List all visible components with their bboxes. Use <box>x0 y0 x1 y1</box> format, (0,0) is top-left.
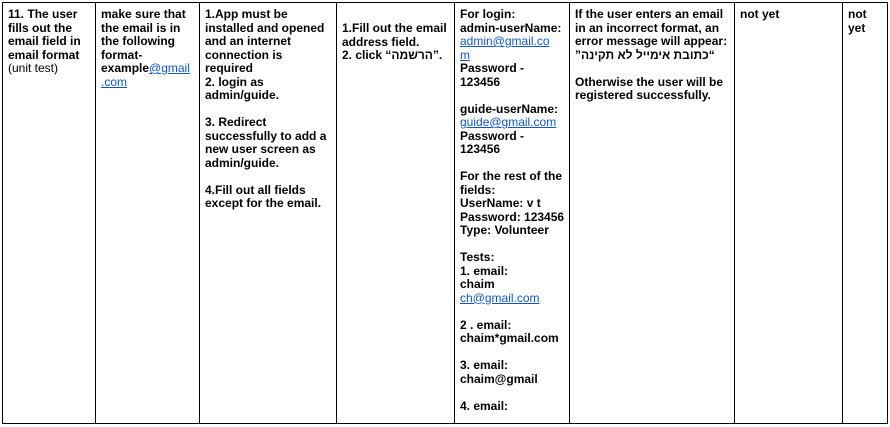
step-prefix: 2. click “ <box>342 48 392 62</box>
type-value: Type: Volunteer <box>460 223 549 237</box>
precondition-line: successfully to add a <box>205 128 327 143</box>
precondition-line: and an internet <box>205 34 292 48</box>
test-data-cell: For login: admin-userName: admin@gmail.c… <box>454 2 570 424</box>
expected-line: in an incorrect format, an <box>575 20 720 35</box>
requirement-cell: make sure that the email is in the follo… <box>95 2 200 424</box>
admin-email-link[interactable]: m <box>460 48 470 62</box>
admin-password: 123456 <box>460 74 501 89</box>
admin-password-label: Password - <box>460 61 525 75</box>
guide-password-label: Password - <box>460 128 525 143</box>
test-title-line: The user <box>27 7 78 21</box>
status-line: yet <box>848 20 866 35</box>
status-cell: not yet <box>842 2 888 424</box>
actual-result-cell: not yet <box>734 2 843 424</box>
test-email-label: 4. email: <box>460 398 509 413</box>
admin-username-label: admin-userName: <box>460 20 562 35</box>
rest-fields-title: For the rest of the <box>460 169 563 183</box>
precondition-line: 2. login as <box>205 74 264 89</box>
requirement-line: the following <box>101 34 175 48</box>
register-button-label: הרשמה <box>391 48 433 62</box>
guide-email-link[interactable]: guide@gmail.com <box>460 115 556 129</box>
password-value: Password: 123456 <box>460 209 565 224</box>
table-row: 11. The user fills out the email field i… <box>2 2 888 424</box>
precondition-line: required <box>205 61 254 75</box>
precondition-line: installed and opened <box>205 20 325 35</box>
test-type-note: (unit test) <box>8 61 59 75</box>
error-message-hebrew: ”כתובת אימייל לא תקינה“ <box>575 47 715 62</box>
test-title-line: fills out the <box>8 20 72 35</box>
example-email-link[interactable]: @gmail <box>149 61 190 75</box>
test-title-line: email format <box>8 47 80 62</box>
precondition-line: admin/guide. <box>205 155 280 170</box>
example-email-link[interactable]: .com <box>101 75 127 89</box>
test-email-value: chaim <box>460 277 495 291</box>
precondition-line: 4.Fill out all fields <box>205 182 306 197</box>
requirement-line: format- <box>101 47 143 62</box>
test-email-label: 1. email: <box>460 263 509 278</box>
precondition-line: except for the email. <box>205 196 322 210</box>
expected-result-cell: If the user enters an email in an incorr… <box>569 2 735 424</box>
expected-line: If the user enters an email <box>575 7 724 21</box>
precondition-line: admin/guide. <box>205 88 280 102</box>
steps-cell: 1.Fill out the email address field. 2. c… <box>336 2 455 424</box>
admin-email-link[interactable]: admin@gmail.co <box>460 34 550 48</box>
expected-line: Otherwise the user will be <box>575 74 724 89</box>
expected-line: error message will appear: <box>575 34 728 48</box>
test-email-label: 2 . email: <box>460 317 512 332</box>
preconditions-cell: 1.App must be installed and opened and a… <box>199 2 337 424</box>
precondition-line: connection is <box>205 47 283 62</box>
precondition-line: new user screen as <box>205 142 316 156</box>
login-title: For login: <box>460 7 516 21</box>
example-prefix: example <box>101 61 150 75</box>
requirement-line: make sure that <box>101 7 186 21</box>
test-email-value: chaim*gmail.com <box>460 331 559 345</box>
username-value: UserName: v t <box>460 196 541 210</box>
precondition-line: 3. Redirect <box>205 115 267 129</box>
actual-result: not yet <box>740 7 780 21</box>
test-number: 11. <box>8 7 25 21</box>
test-email-link[interactable]: ch@gmail.com <box>460 291 540 305</box>
test-email-value: chaim@gmail <box>460 371 538 386</box>
guide-password: 123456 <box>460 142 501 156</box>
test-id-cell: 11. The user fills out the email field i… <box>2 2 96 424</box>
requirement-line: the email is in <box>101 20 181 35</box>
rest-fields-title: fields: <box>460 182 496 197</box>
expected-line: registered successfully. <box>575 88 711 102</box>
test-title-line: email field in <box>8 34 81 48</box>
test-email-label: 3. email: <box>460 358 509 372</box>
step-line: address field. <box>342 34 420 49</box>
guide-username-label: guide-userName: <box>460 101 559 116</box>
status-line: not <box>848 7 867 21</box>
precondition-line: 1.App must be <box>205 7 288 21</box>
step-line: 1.Fill out the email <box>342 21 447 35</box>
test-case-table: 11. The user fills out the email field i… <box>2 2 888 424</box>
step-suffix: ”. <box>432 48 443 62</box>
tests-title: Tests: <box>460 250 495 264</box>
